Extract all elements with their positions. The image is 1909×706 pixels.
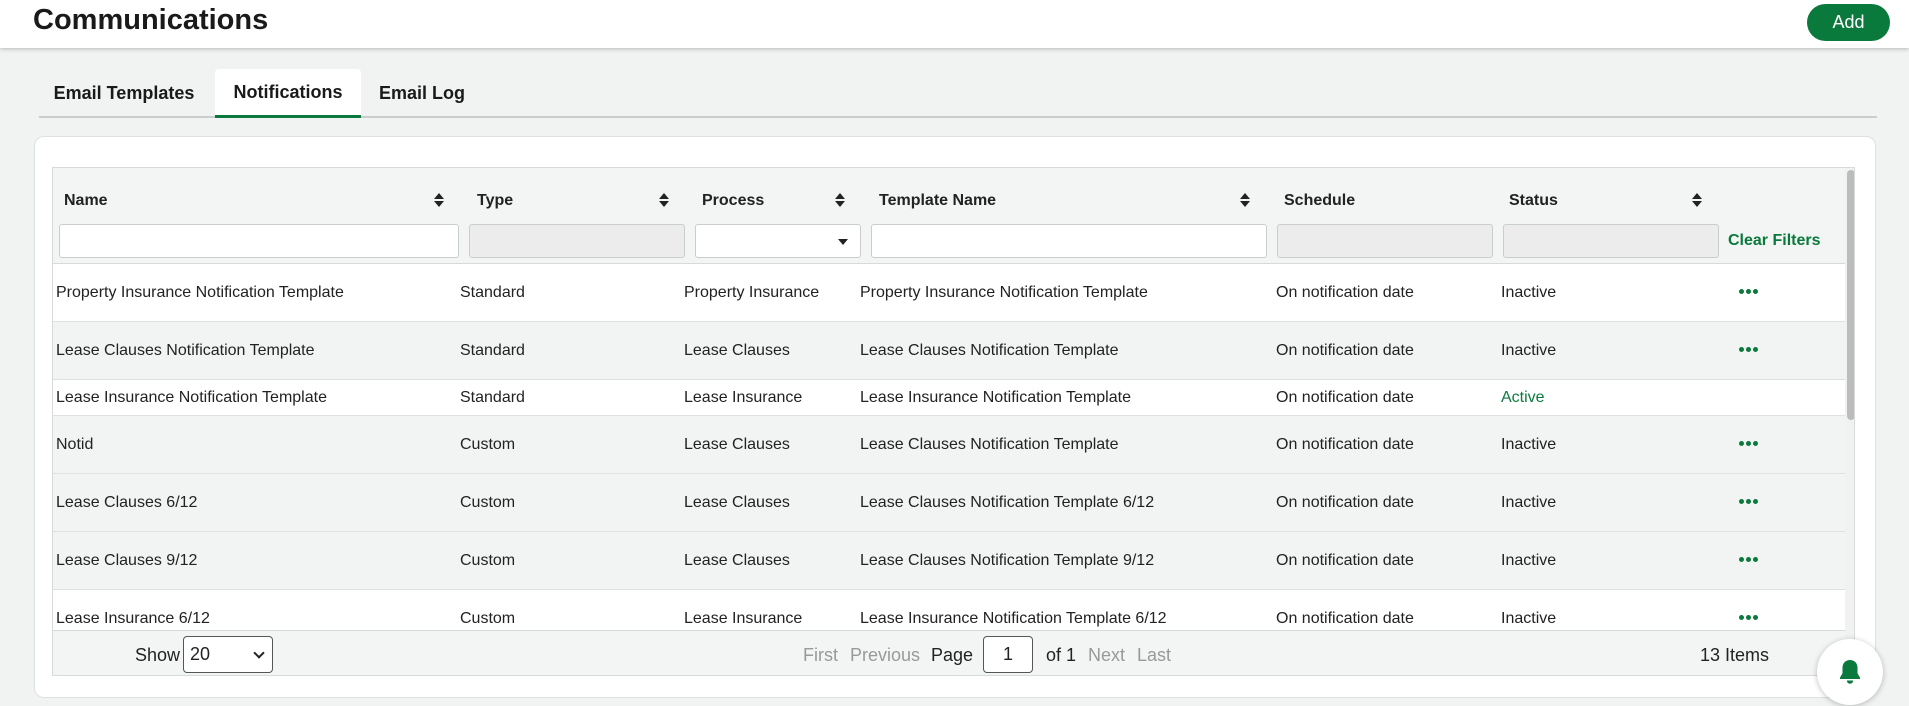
next-page-link[interactable]: Next xyxy=(1088,645,1125,666)
cell-name: Lease Clauses 9/12 xyxy=(56,552,198,569)
table-row[interactable]: Property Insurance Notification Template… xyxy=(53,264,1845,322)
name-filter-input[interactable] xyxy=(59,224,459,258)
more-horizontal-icon[interactable] xyxy=(1739,438,1759,450)
cell-status: Inactive xyxy=(1501,494,1557,511)
cell-template-name: Lease Insurance Notification Template xyxy=(860,389,1131,406)
table-row[interactable]: Lease Clauses 6/12 Custom Lease Clauses Lea… xyxy=(53,474,1845,532)
schedule-filter-input xyxy=(1277,224,1493,258)
column-header-name[interactable]: Name xyxy=(64,192,108,210)
items-count: 13 Items xyxy=(1700,645,1770,665)
column-header-schedule: Schedule xyxy=(1284,192,1356,209)
sort-icon[interactable] xyxy=(1240,193,1250,209)
table-row[interactable]: Lease Insurance Notification Template Sta… xyxy=(53,380,1845,416)
cell-type: Standard xyxy=(460,284,525,301)
cell-template-name: Lease Insurance Notification Template 6/… xyxy=(860,610,1167,627)
cell-status: Active xyxy=(1501,389,1545,406)
cell-template-name: Lease Clauses Notification Template xyxy=(860,436,1119,453)
notifications-button[interactable] xyxy=(1817,639,1883,705)
show-label: Show xyxy=(135,645,181,665)
page-size-select[interactable]: 20 xyxy=(183,636,273,673)
more-horizontal-icon[interactable] xyxy=(1739,286,1759,298)
table-header: Name Type Process Template Name Schedule… xyxy=(53,168,1845,264)
first-page-link[interactable]: First xyxy=(803,645,838,666)
sort-icon[interactable] xyxy=(1692,193,1702,209)
cell-schedule: On notification date xyxy=(1276,610,1414,627)
cell-template-name: Lease Clauses Notification Template xyxy=(860,342,1119,359)
add-button[interactable]: Add xyxy=(1807,4,1890,41)
page-count: of 1 xyxy=(1046,645,1077,665)
more-horizontal-icon[interactable] xyxy=(1739,554,1759,566)
cell-type: Custom xyxy=(460,494,516,511)
top-bar: Communications Add xyxy=(0,0,1909,48)
scrollbar-thumb[interactable] xyxy=(1847,170,1854,420)
table-row[interactable]: Lease Clauses 9/12 Custom Lease Clauses Lea… xyxy=(53,532,1845,590)
cell-type: Custom xyxy=(460,610,516,627)
cell-type: Custom xyxy=(460,552,516,569)
table-scrollbar[interactable] xyxy=(1845,168,1854,675)
cell-status: Inactive xyxy=(1501,436,1557,453)
page-number-input[interactable]: 1 xyxy=(983,636,1033,673)
cell-name: Lease Clauses Notification Template xyxy=(56,342,315,359)
last-page-link[interactable]: Last xyxy=(1137,645,1171,666)
cell-status: Inactive xyxy=(1501,552,1557,569)
type-filter-input xyxy=(469,224,685,258)
cell-name: Property Insurance Notification Template xyxy=(56,284,344,301)
cell-schedule: On notification date xyxy=(1276,284,1414,301)
notifications-table: Name Type Process Template Name Schedule… xyxy=(52,167,1855,676)
cell-template-name: Lease Clauses Notification Template 9/12 xyxy=(860,552,1155,569)
chevron-down-icon xyxy=(253,647,265,659)
status-filter-input xyxy=(1503,224,1719,258)
sort-icon[interactable] xyxy=(434,193,444,209)
cell-process: Lease Clauses xyxy=(684,436,790,453)
clear-filters-link[interactable]: Clear Filters xyxy=(1728,232,1820,250)
cell-type: Standard xyxy=(460,389,525,406)
cell-status: Inactive xyxy=(1501,342,1557,359)
tab-email-templates[interactable]: Email Templates xyxy=(39,69,209,118)
column-header-template-name[interactable]: Template Name xyxy=(879,192,996,210)
cell-template-name: Lease Clauses Notification Template 6/12 xyxy=(860,494,1155,511)
cell-schedule: On notification date xyxy=(1276,389,1414,406)
more-horizontal-icon[interactable] xyxy=(1739,612,1759,624)
sort-icon[interactable] xyxy=(835,193,845,209)
tab-bar: Email Templates Notifications Email Log xyxy=(39,68,1877,118)
column-header-status[interactable]: Status xyxy=(1509,192,1558,210)
cell-process: Lease Clauses xyxy=(684,494,790,511)
column-header-process[interactable]: Process xyxy=(702,192,764,210)
more-horizontal-icon[interactable] xyxy=(1739,344,1759,356)
cell-status: Inactive xyxy=(1501,610,1557,627)
cell-schedule: On notification date xyxy=(1276,552,1414,569)
cell-schedule: On notification date xyxy=(1276,436,1414,453)
cell-process: Lease Clauses xyxy=(684,342,790,359)
cell-process: Property Insurance xyxy=(684,284,820,301)
chevron-down-icon xyxy=(838,239,848,245)
page-label: Page xyxy=(931,645,974,665)
cell-name: Notid xyxy=(56,436,94,453)
sort-icon[interactable] xyxy=(659,193,669,209)
process-filter-select[interactable] xyxy=(695,224,861,258)
cell-process: Lease Insurance xyxy=(684,610,803,627)
cell-type: Standard xyxy=(460,342,525,359)
cell-template-name: Property Insurance Notification Template xyxy=(860,284,1148,301)
page-size-value: 20 xyxy=(190,644,211,664)
bell-icon xyxy=(1840,660,1860,684)
cell-name: Lease Clauses 6/12 xyxy=(56,494,198,511)
cell-process: Lease Clauses xyxy=(684,552,790,569)
page-title: Communications xyxy=(33,4,269,36)
tab-notifications[interactable]: Notifications xyxy=(215,69,361,118)
column-header-type[interactable]: Type xyxy=(477,192,513,210)
tab-email-log[interactable]: Email Log xyxy=(367,69,477,118)
cell-status: Inactive xyxy=(1501,284,1557,301)
cell-schedule: On notification date xyxy=(1276,494,1414,511)
table-row[interactable]: Notid Custom Lease Clauses Lease Clauses No… xyxy=(53,416,1845,474)
cell-process: Lease Insurance xyxy=(684,389,803,406)
cell-name: Lease Insurance Notification Template xyxy=(56,389,327,406)
more-horizontal-icon[interactable] xyxy=(1739,496,1759,508)
table-footer: Show 20 First Previous Page 1 of 1 Next … xyxy=(53,630,1845,675)
template-name-filter-input[interactable] xyxy=(871,224,1267,258)
cell-name: Lease Insurance 6/12 xyxy=(56,610,210,627)
cell-schedule: On notification date xyxy=(1276,342,1414,359)
table-row[interactable]: Lease Clauses Notification Template Stand… xyxy=(53,322,1845,380)
previous-page-link[interactable]: Previous xyxy=(850,645,920,666)
cell-type: Custom xyxy=(460,436,516,453)
